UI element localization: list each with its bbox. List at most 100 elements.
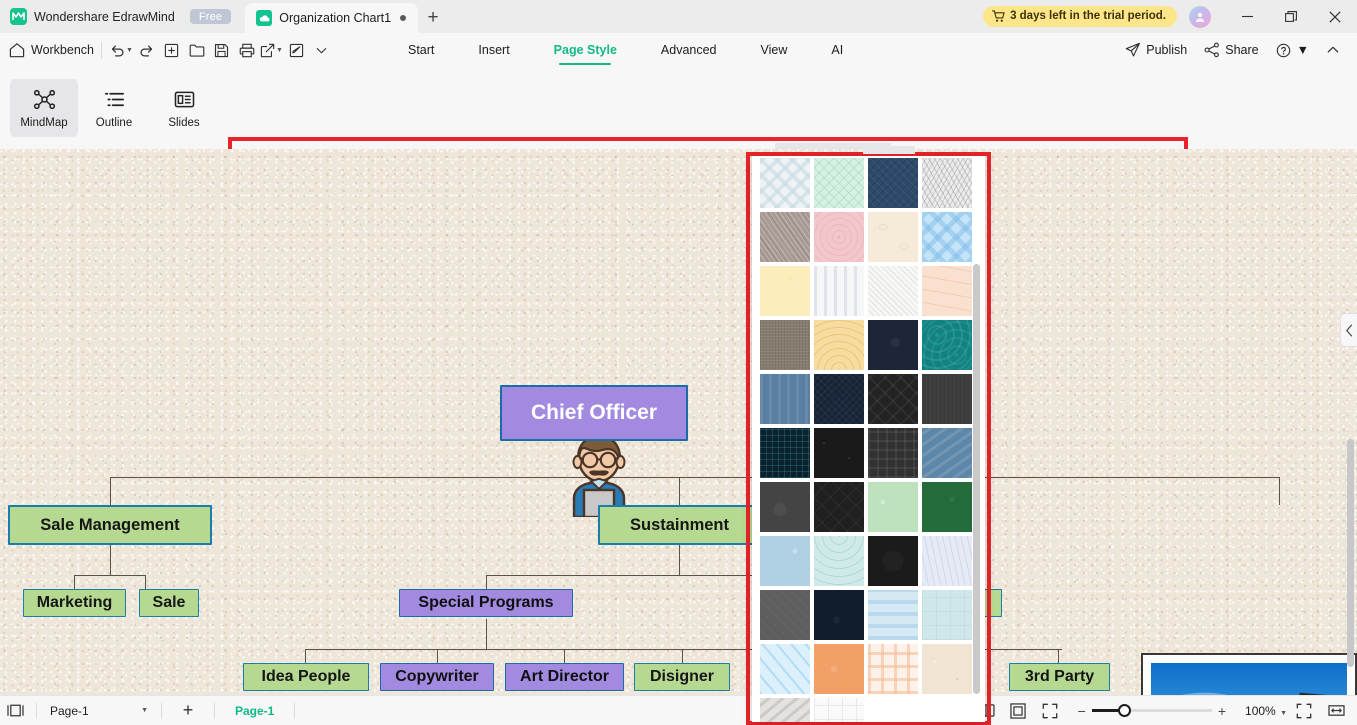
texture-swatch-ice-blue-square[interactable]: [922, 590, 972, 640]
texture-swatch-dark-grey-solid[interactable]: [922, 374, 972, 424]
texture-swatch-cream-sand[interactable]: [922, 644, 972, 694]
close-button[interactable]: [1313, 0, 1357, 33]
texture-swatch-cream-leaf[interactable]: [868, 212, 918, 262]
node-sale-management[interactable]: Sale Management: [8, 505, 212, 545]
zoom-out-button[interactable]: −: [1072, 703, 1092, 719]
new-icon[interactable]: [159, 37, 184, 63]
user-avatar[interactable]: [1189, 5, 1211, 28]
texture-swatch-pale-yellow[interactable]: [760, 266, 810, 316]
texture-swatch-teal-pattern[interactable]: [922, 320, 972, 370]
texture-swatch-grey-scribble[interactable]: [922, 158, 972, 208]
texture-swatch-mint-green[interactable]: [868, 482, 918, 532]
node-sale[interactable]: Sale: [139, 589, 199, 617]
texture-swatch-white-marble[interactable]: [922, 536, 972, 586]
background-texture-dropdown[interactable]: [752, 156, 985, 722]
texture-swatch-peach-wave[interactable]: [922, 266, 972, 316]
collapse-right-panel-button[interactable]: [1340, 313, 1357, 347]
view-mode-mindmap[interactable]: MindMap: [10, 79, 78, 137]
texture-swatch-white-grid[interactable]: [814, 698, 864, 722]
node-idea-people[interactable]: Idea People: [243, 663, 369, 691]
texture-swatch-pink-medallion[interactable]: [814, 212, 864, 262]
maximize-button[interactable]: [1269, 0, 1313, 33]
texture-swatch-mint-crosshatch[interactable]: [814, 158, 864, 208]
view-mode-outline[interactable]: Outline: [80, 79, 148, 137]
node-sustainment[interactable]: Sustainment: [598, 505, 761, 545]
tab-ai[interactable]: AI: [809, 33, 865, 67]
fit-width-icon[interactable]: [1321, 696, 1351, 725]
texture-swatch-black-diamond[interactable]: [814, 482, 864, 532]
node-chief-officer[interactable]: Chief Officer: [500, 385, 688, 441]
node-3rd-party[interactable]: 3rd Party: [1009, 663, 1110, 691]
tab-advanced[interactable]: Advanced: [639, 33, 739, 67]
trial-notice-button[interactable]: 3 days left in the trial period.: [983, 6, 1177, 27]
tab-insert[interactable]: Insert: [456, 33, 531, 67]
new-tab-button[interactable]: +: [418, 3, 448, 33]
texture-swatch-gold-seigaiha[interactable]: [814, 320, 864, 370]
export-icon[interactable]: ▼: [259, 37, 284, 63]
texture-swatch-ivory-hatch[interactable]: [868, 266, 918, 316]
view-mode-slides[interactable]: Slides: [150, 79, 218, 137]
print-icon[interactable]: [234, 37, 259, 63]
texture-swatch-blue-gingham[interactable]: [922, 212, 972, 262]
texture-swatch-peach-grid[interactable]: [868, 644, 918, 694]
document-tab[interactable]: Organization Chart1: [245, 3, 419, 33]
undo-icon[interactable]: ▼: [109, 37, 134, 63]
page-tab-page-1[interactable]: Page-1: [221, 704, 288, 718]
texture-swatch-grey-chevron[interactable]: [760, 698, 810, 722]
minimize-button[interactable]: [1225, 0, 1269, 33]
mindmap-canvas[interactable]: Chief Officer Sale Management Sustainmen…: [0, 149, 1357, 695]
fit-to-screen-icon[interactable]: [1289, 696, 1319, 725]
texture-swatch-light-blue-diag[interactable]: [760, 644, 810, 694]
texture-swatch-deep-navy[interactable]: [814, 590, 864, 640]
texture-swatch-pale-blue-band[interactable]: [868, 590, 918, 640]
publish-button[interactable]: Publish: [1118, 39, 1194, 61]
node-art-director[interactable]: Art Director: [505, 663, 624, 691]
fullscreen-icon[interactable]: [1035, 696, 1065, 725]
fit-page-icon[interactable]: [1003, 696, 1033, 725]
tab-page-style[interactable]: Page Style: [532, 33, 639, 67]
texture-swatch-grey-maze[interactable]: [868, 428, 918, 478]
save-icon[interactable]: [209, 37, 234, 63]
open-folder-icon[interactable]: [184, 37, 209, 63]
texture-swatch-mid-grey[interactable]: [760, 590, 810, 640]
node-copywriter[interactable]: Copywriter: [380, 663, 494, 691]
zoom-track[interactable]: [1091, 704, 1212, 718]
more-chevron-icon[interactable]: [309, 37, 334, 63]
add-page-button[interactable]: +: [168, 696, 208, 725]
collapse-ribbon-button[interactable]: [1319, 40, 1347, 60]
texture-swatch-black-noise[interactable]: [814, 428, 864, 478]
tab-start[interactable]: Start: [386, 33, 456, 67]
texture-swatch-taupe-diagonal[interactable]: [760, 212, 810, 262]
texture-swatch-midnight-navy[interactable]: [868, 320, 918, 370]
zoom-knob[interactable]: [1117, 704, 1131, 718]
node-disigner[interactable]: Disigner: [634, 663, 730, 691]
edit-box-icon[interactable]: [284, 37, 309, 63]
share-button[interactable]: Share: [1197, 39, 1265, 61]
texture-swatch-white-stripe[interactable]: [814, 266, 864, 316]
redo-icon[interactable]: [134, 37, 159, 63]
node-marketing[interactable]: Marketing: [23, 589, 126, 617]
texture-swatch-dark-navy-weave[interactable]: [814, 374, 864, 424]
zoom-slider[interactable]: − +: [1072, 703, 1232, 719]
texture-panel-scrollbar[interactable]: [973, 264, 980, 694]
helicopter-photo-frame[interactable]: [1141, 653, 1357, 695]
page-view-icon[interactable]: [0, 696, 30, 725]
texture-swatch-quatrefoil-white[interactable]: [760, 158, 810, 208]
texture-swatch-forest-green[interactable]: [922, 482, 972, 532]
texture-swatch-aqua-scallop[interactable]: [814, 536, 864, 586]
texture-swatch-orange-solid[interactable]: [814, 644, 864, 694]
texture-swatch-graphite[interactable]: [760, 482, 810, 532]
texture-swatch-charcoal-x[interactable]: [868, 374, 918, 424]
texture-swatch-blue-chevron[interactable]: [922, 428, 972, 478]
page-select-dropdown[interactable]: Page-1 ▼: [43, 700, 155, 722]
texture-swatch-black-flat[interactable]: [868, 536, 918, 586]
zoom-value[interactable]: 100% ▼: [1245, 704, 1287, 718]
texture-swatch-grey-brown-linen[interactable]: [760, 320, 810, 370]
texture-swatch-steel-blue-stripe[interactable]: [760, 374, 810, 424]
canvas-vertical-scrollbar[interactable]: [1347, 439, 1354, 667]
texture-swatch-dark-teal-grid[interactable]: [760, 428, 810, 478]
texture-swatch-navy-plaid[interactable]: [868, 158, 918, 208]
texture-swatch-light-blue[interactable]: [760, 536, 810, 586]
node-special-programs[interactable]: Special Programs: [399, 589, 573, 617]
help-button[interactable]: ▼: [1269, 40, 1316, 61]
